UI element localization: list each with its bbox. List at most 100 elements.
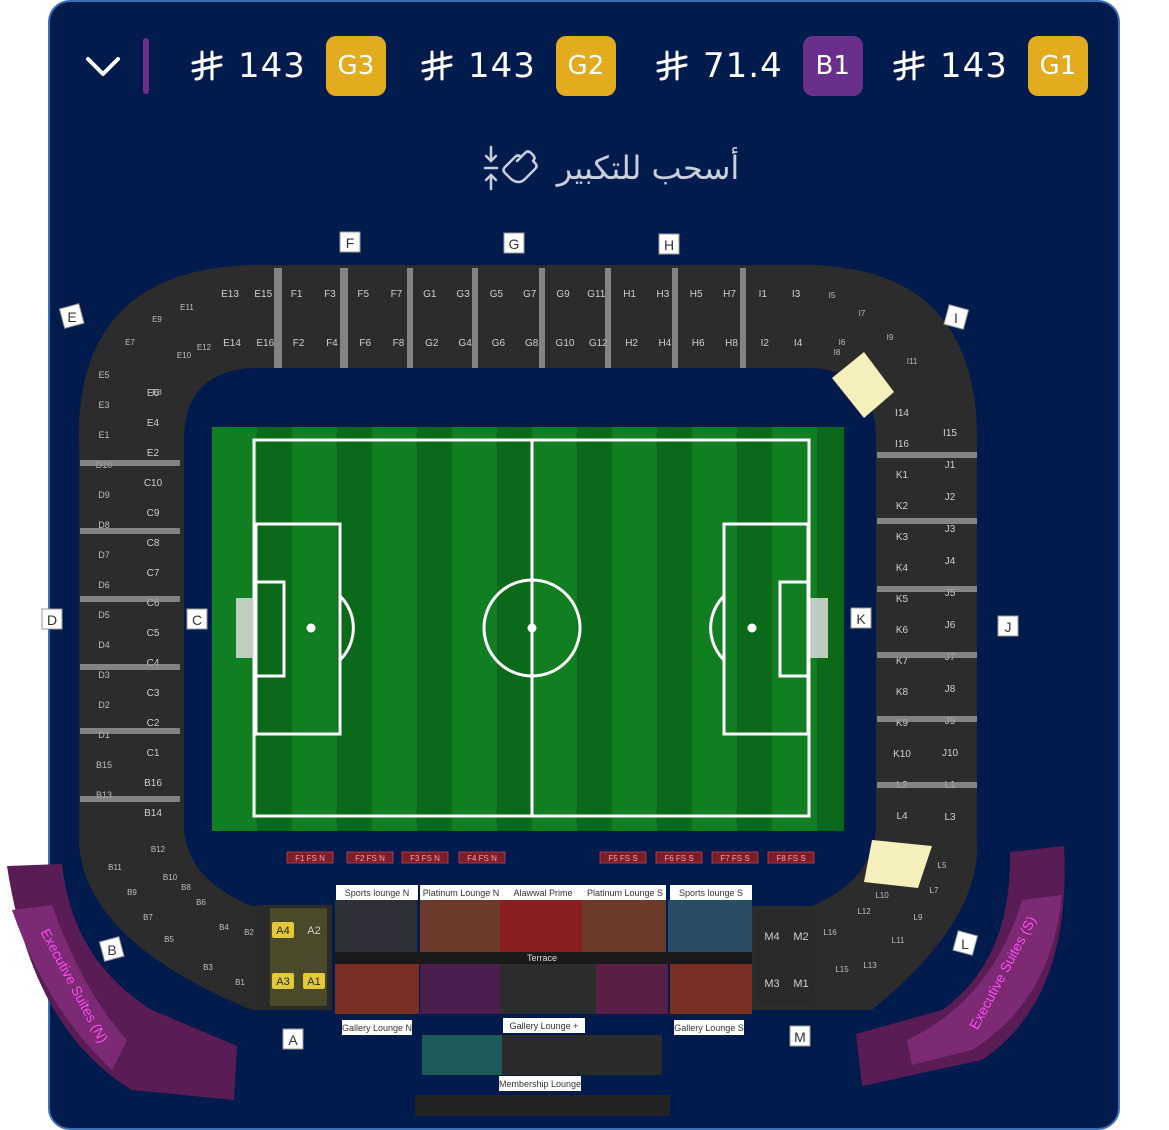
section-d2: D2 xyxy=(98,700,110,710)
field-seat-label: F7 FS S xyxy=(720,854,749,863)
section-k2: K2 xyxy=(896,501,909,512)
section-l9: L9 xyxy=(914,913,923,922)
section-a4: A4 xyxy=(276,925,289,937)
section-f3: F3 xyxy=(324,289,336,300)
section-j1: J1 xyxy=(945,460,956,471)
section-j3: J3 xyxy=(945,524,956,535)
section-j2: J2 xyxy=(945,492,956,503)
gallery-lounge-s-label: Gallery Lounge S xyxy=(674,1023,744,1033)
section-l3: L3 xyxy=(944,812,956,823)
section-h8: H8 xyxy=(725,338,738,349)
section-g10: G10 xyxy=(556,338,575,349)
stadium-map[interactable]: Executive Suites (N) Executive Suites (S… xyxy=(0,0,1121,1116)
section-e12: E12 xyxy=(197,343,212,352)
membership-lounge-label: Membership Lounge xyxy=(499,1079,581,1089)
aisle-stripe xyxy=(407,268,413,368)
section-e3: E3 xyxy=(98,400,109,410)
section-k6: K6 xyxy=(896,625,909,636)
section-b2: B2 xyxy=(244,928,254,937)
stand-label-h: H xyxy=(664,237,674,253)
aisle-stripe xyxy=(877,452,977,458)
stand-label-m: M xyxy=(794,1029,806,1045)
section-i9: I9 xyxy=(887,333,894,342)
section-a1: A1 xyxy=(307,976,320,988)
section-j8: J8 xyxy=(945,684,956,695)
section-b5: B5 xyxy=(164,935,174,944)
section-b14: B14 xyxy=(144,808,162,819)
section-b3: B3 xyxy=(203,963,213,972)
field-seat-label: F8 FS S xyxy=(776,854,805,863)
section-c5: C5 xyxy=(147,628,160,639)
section-k1: K1 xyxy=(896,470,909,481)
section-b15: B15 xyxy=(96,760,112,770)
section-f6: F6 xyxy=(359,338,371,349)
section-c1: C1 xyxy=(147,748,160,759)
aisle-stripe xyxy=(877,586,977,592)
section-j4: J4 xyxy=(945,556,956,567)
section-m-block[interactable] xyxy=(757,910,815,1005)
alawwal-prime-label: Alawwal Prime xyxy=(513,888,572,898)
aisle-stripe xyxy=(80,796,180,802)
aisle-stripe xyxy=(472,268,478,368)
aisle-stripe xyxy=(740,268,746,368)
aisle-stripe xyxy=(877,652,977,658)
section-l4: L4 xyxy=(896,811,908,822)
section-d5: D5 xyxy=(98,610,110,620)
section-l10: L10 xyxy=(875,891,889,900)
stand-label-g: G xyxy=(509,236,520,252)
field-seat-label: F6 FS S xyxy=(664,854,693,863)
section-g2: G2 xyxy=(425,338,439,349)
section-a2: A2 xyxy=(307,925,320,937)
aisle-stripe xyxy=(539,268,545,368)
aisle-stripe xyxy=(605,268,611,368)
section-g3: G3 xyxy=(456,289,470,300)
section-d6: D6 xyxy=(98,580,110,590)
field-seat-label: F2 FS N xyxy=(355,854,385,863)
section-m4: M4 xyxy=(764,931,779,943)
section-e7: E7 xyxy=(125,338,135,347)
section-m3: M3 xyxy=(764,978,779,990)
section-e13: E13 xyxy=(221,289,239,300)
section-a3: A3 xyxy=(276,976,289,988)
stand-label-k: K xyxy=(856,611,866,627)
field-seat-label: F4 FS N xyxy=(467,854,497,863)
section-e8: E8 xyxy=(152,388,162,397)
section-b11: B11 xyxy=(108,863,122,872)
aisle-stripe xyxy=(877,782,977,788)
section-c9: C9 xyxy=(147,508,160,519)
section-g1: G1 xyxy=(423,289,437,300)
section-l16: L16 xyxy=(823,928,837,937)
stand-label-a: A xyxy=(288,1032,298,1048)
aisle-stripe xyxy=(80,664,180,670)
stand-label-b: B xyxy=(107,942,116,958)
section-e11: E11 xyxy=(180,303,194,312)
section-i14: I14 xyxy=(895,408,909,419)
section-d9: D9 xyxy=(98,490,110,500)
section-i7: I7 xyxy=(859,309,866,318)
terrace-label: Terrace xyxy=(527,953,557,963)
section-l13: L13 xyxy=(863,961,877,970)
platinum-lounge-n-label: Platinum Lounge N xyxy=(423,888,500,898)
aisle-stripe xyxy=(672,268,678,368)
section-g9: G9 xyxy=(556,289,570,300)
section-g8: G8 xyxy=(525,338,539,349)
field-seat-label: F1 FS N xyxy=(295,854,325,863)
section-b12: B12 xyxy=(151,845,166,854)
stand-label-d: D xyxy=(47,612,57,628)
section-d7: D7 xyxy=(98,550,110,560)
section-k4: K4 xyxy=(896,563,909,574)
section-i8: I8 xyxy=(834,348,841,357)
section-l7: L7 xyxy=(930,886,939,895)
stand-label-c: C xyxy=(192,612,202,628)
section-d3: D3 xyxy=(98,670,110,680)
section-f2: F2 xyxy=(293,338,305,349)
section-g7: G7 xyxy=(523,289,537,300)
stand-label-i: I xyxy=(954,310,958,326)
field-seat-label: F5 FS S xyxy=(608,854,637,863)
section-h3: H3 xyxy=(657,289,670,300)
section-e16: E16 xyxy=(256,338,274,349)
section-b4: B4 xyxy=(219,923,229,932)
section-m2: M2 xyxy=(793,931,808,943)
section-g4: G4 xyxy=(458,338,472,349)
gallery-lounge-plus-label: Gallery Lounge + xyxy=(510,1021,579,1031)
